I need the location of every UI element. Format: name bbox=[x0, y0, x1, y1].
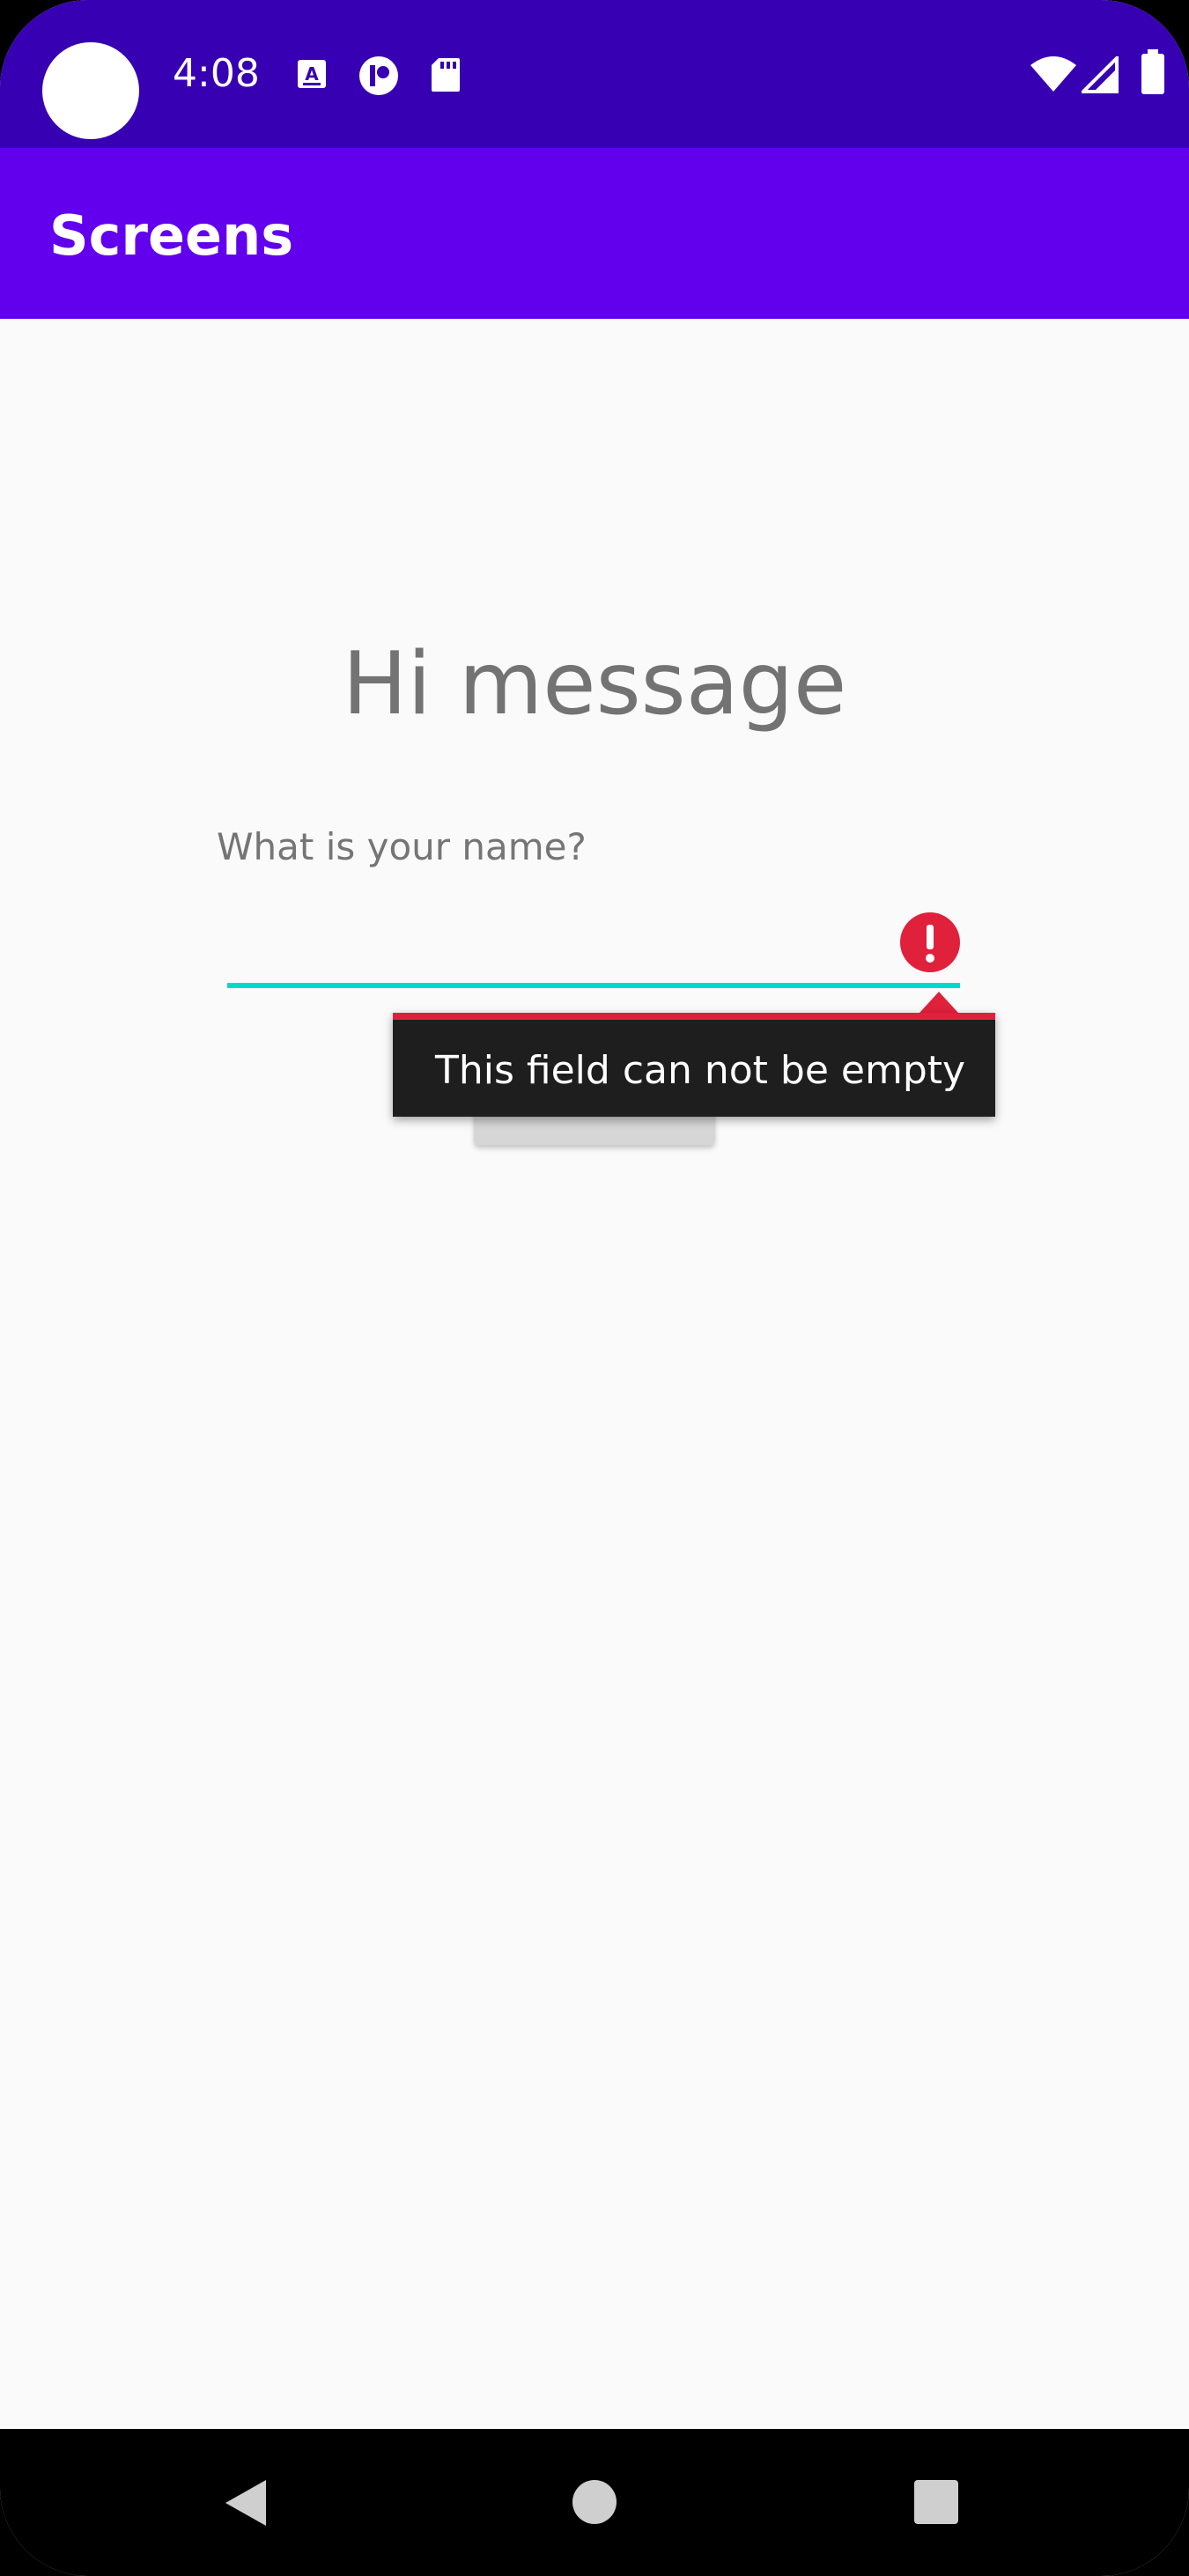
main-content: Hi message What is your name? SUBMIT bbox=[0, 319, 1189, 2429]
sd-card-icon bbox=[432, 58, 460, 92]
cellular-signal-icon bbox=[1082, 56, 1119, 93]
name-label: What is your name? bbox=[217, 825, 587, 868]
phone-screen: 4:08 A Screens Hi message What is your n… bbox=[0, 0, 1189, 2576]
recents-button[interactable] bbox=[912, 2478, 960, 2526]
app-notification-icon bbox=[359, 56, 398, 95]
navigation-bar bbox=[0, 2429, 1189, 2576]
home-button[interactable] bbox=[571, 2478, 618, 2526]
status-time: 4:08 bbox=[173, 51, 260, 96]
app-bar: Screens bbox=[0, 148, 1189, 319]
svg-text:A: A bbox=[305, 63, 319, 85]
wifi-icon bbox=[1030, 56, 1076, 92]
error-popup-pointer bbox=[919, 992, 958, 1013]
back-icon bbox=[225, 2480, 266, 2526]
app-title: Screens bbox=[49, 203, 294, 268]
hi-message-heading: Hi message bbox=[342, 634, 847, 734]
error-popup: This field can not be empty bbox=[393, 1013, 995, 1117]
error-message: This field can not be empty bbox=[435, 1048, 966, 1093]
camera-cutout bbox=[42, 42, 139, 139]
recents-icon bbox=[914, 2480, 958, 2524]
home-icon bbox=[572, 2480, 617, 2524]
status-bar: 4:08 A bbox=[0, 0, 1189, 148]
name-input[interactable] bbox=[227, 891, 960, 988]
battery-icon bbox=[1141, 49, 1164, 94]
a-notification-icon: A bbox=[298, 60, 326, 88]
error-icon bbox=[900, 912, 960, 972]
back-button[interactable] bbox=[218, 2475, 275, 2531]
